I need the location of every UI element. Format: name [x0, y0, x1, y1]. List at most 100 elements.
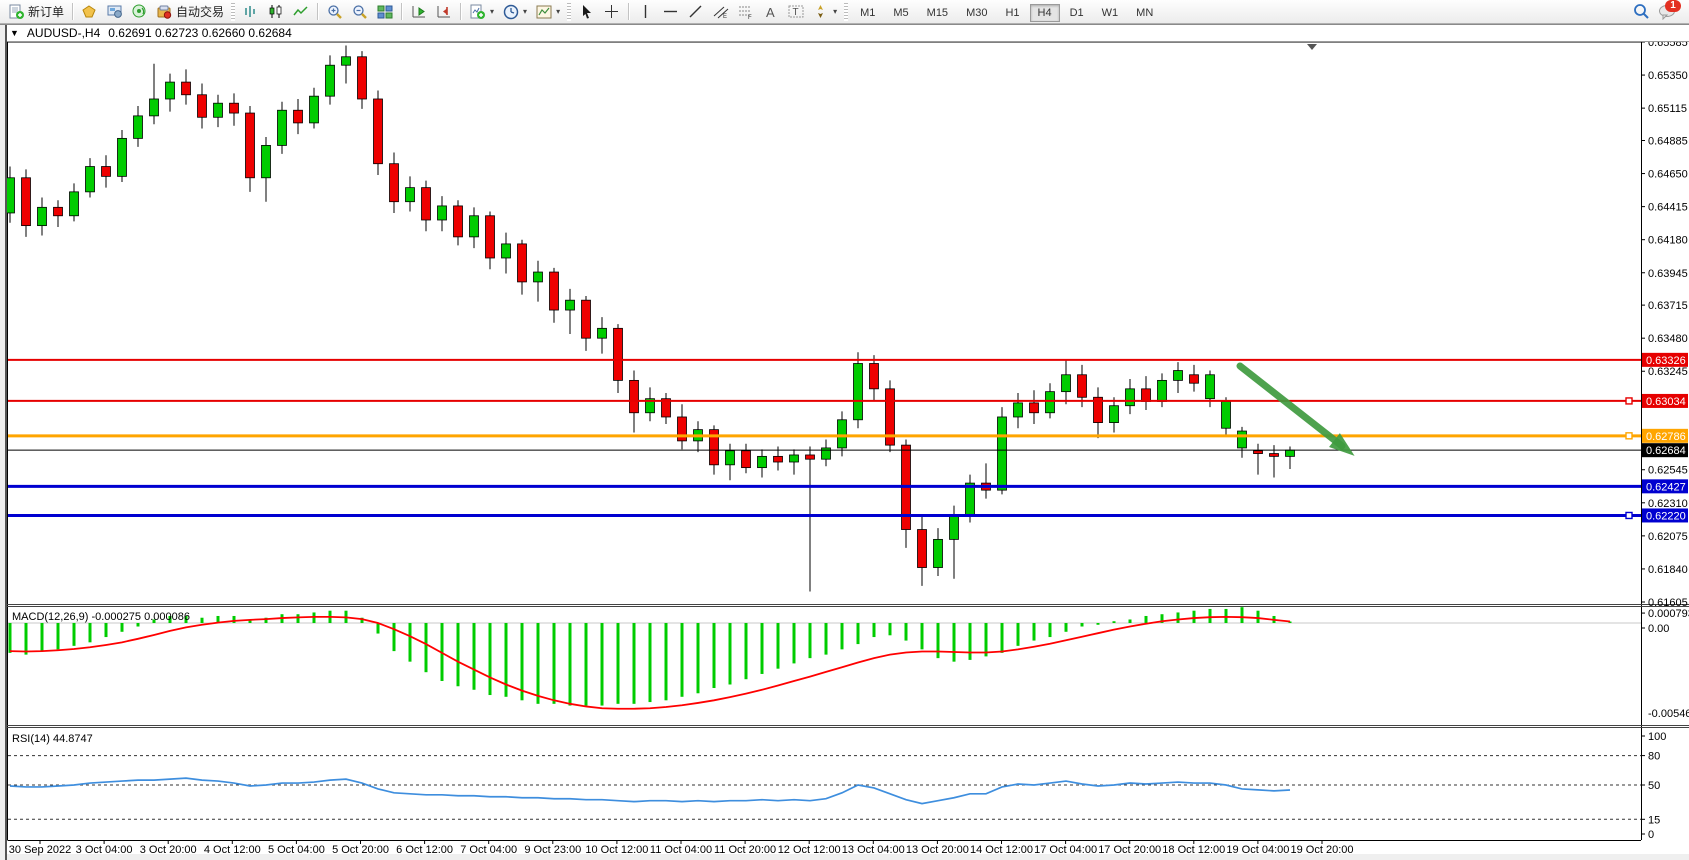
tab-timeframe-M5[interactable]: M5: [885, 4, 916, 22]
dropdown-caret: ▾: [556, 7, 560, 16]
bar-chart-button[interactable]: [238, 3, 263, 21]
svg-text:4 Oct 12:00: 4 Oct 12:00: [204, 844, 261, 856]
svg-text:0.65350: 0.65350: [1648, 70, 1688, 82]
terminal-button[interactable]: [102, 3, 127, 21]
svg-text:18 Oct 12:00: 18 Oct 12:00: [1162, 844, 1225, 856]
horizontal-line-button[interactable]: [658, 3, 683, 21]
navigator-button[interactable]: [77, 3, 102, 21]
chart-ohlc-readout: 0.62691 0.62723 0.62660 0.62684: [108, 26, 292, 40]
text-icon: A: [762, 4, 779, 20]
tile-windows-button[interactable]: [372, 3, 397, 21]
svg-text:0.64650: 0.64650: [1648, 169, 1688, 181]
svg-text:0.62786: 0.62786: [1646, 431, 1686, 443]
svg-text:0.62684: 0.62684: [1646, 445, 1686, 457]
rsi-label: RSI(14) 44.8747: [12, 733, 93, 745]
candlestick-icon: [267, 4, 284, 20]
fibonacci-button[interactable]: F: [733, 3, 758, 21]
tab-timeframe-H1[interactable]: H1: [997, 4, 1027, 22]
signals-button[interactable]: [127, 3, 152, 21]
toolbar-grip: [231, 3, 235, 21]
zoom-out-icon: [351, 4, 368, 20]
template-icon: [535, 4, 552, 20]
svg-text:0.000793: 0.000793: [1648, 608, 1689, 620]
new-order-button[interactable]: 新订单: [4, 2, 68, 21]
svg-text:0: 0: [1648, 829, 1654, 841]
svg-text:9 Oct 23:00: 9 Oct 23:00: [524, 844, 581, 856]
chart-menu-arrow[interactable]: ▼: [10, 28, 19, 38]
svg-text:11 Oct 04:00: 11 Oct 04:00: [650, 844, 712, 856]
equidistant-channel-icon: E: [712, 4, 729, 20]
zoom-in-button[interactable]: [322, 3, 347, 21]
tab-timeframe-M1[interactable]: M1: [852, 4, 883, 22]
terminal-icon: [106, 4, 123, 20]
svg-text:15: 15: [1648, 814, 1660, 826]
auto-trading-button[interactable]: 自动交易: [152, 2, 228, 21]
auto-trading-label: 自动交易: [176, 3, 224, 20]
macd-label: MACD(12,26,9) -0.000275 0.000086: [12, 611, 190, 623]
zoom-in-icon: [326, 4, 343, 20]
text-button[interactable]: A: [758, 3, 783, 21]
cursor-button[interactable]: [574, 3, 599, 21]
vertical-line-button[interactable]: [633, 3, 658, 21]
trendline-icon: [687, 4, 704, 20]
chart-shift-icon: [435, 4, 452, 20]
crosshair-button[interactable]: [599, 3, 624, 21]
tab-timeframe-H4[interactable]: H4: [1030, 4, 1060, 22]
chart-title-bar: ▼ AUDUSD-,H4 0.62691 0.62723 0.62660 0.6…: [0, 25, 1689, 42]
svg-text:0.63945: 0.63945: [1648, 268, 1688, 280]
svg-text:0.62310: 0.62310: [1648, 498, 1688, 510]
svg-text:13 Oct 04:00: 13 Oct 04:00: [842, 844, 905, 856]
svg-text:19 Oct 04:00: 19 Oct 04:00: [1226, 844, 1289, 856]
svg-text:0.61840: 0.61840: [1648, 564, 1688, 576]
cursor-icon: [578, 4, 595, 20]
svg-text:11 Oct 20:00: 11 Oct 20:00: [714, 844, 776, 856]
svg-text:5 Oct 04:00: 5 Oct 04:00: [268, 844, 325, 856]
new-chart-dropdown[interactable]: ▾: [465, 3, 498, 21]
new-chart-icon: [469, 4, 486, 20]
notifications-icon[interactable]: 1: [1658, 4, 1675, 20]
svg-text:10 Oct 12:00: 10 Oct 12:00: [585, 844, 648, 856]
chart-plot[interactable]: 0.65585 0.65350 0.65115 0.64885 0.64650 0.644…: [0, 42, 1689, 860]
notification-badge: 1: [1665, 0, 1681, 12]
svg-text:17 Oct 04:00: 17 Oct 04:00: [1034, 844, 1097, 856]
fibonacci-icon: F: [737, 4, 754, 20]
text-label-button[interactable]: T: [783, 3, 808, 21]
tab-timeframe-D1[interactable]: D1: [1062, 4, 1092, 22]
svg-text:0.64885: 0.64885: [1648, 135, 1688, 147]
svg-text:6 Oct 12:00: 6 Oct 12:00: [396, 844, 453, 856]
tab-timeframe-M30[interactable]: M30: [958, 4, 995, 22]
svg-text:0.64415: 0.64415: [1648, 202, 1688, 214]
zoom-out-button[interactable]: [347, 3, 372, 21]
template-dropdown[interactable]: ▾: [531, 3, 564, 21]
trendline-button[interactable]: [683, 3, 708, 21]
tab-timeframe-W1[interactable]: W1: [1094, 4, 1127, 22]
search-icon[interactable]: [1633, 4, 1650, 20]
tab-timeframe-MN[interactable]: MN: [1128, 4, 1161, 22]
svg-text:0.62427: 0.62427: [1646, 481, 1686, 493]
svg-text:100: 100: [1648, 731, 1666, 743]
svg-text:17 Oct 20:00: 17 Oct 20:00: [1098, 844, 1161, 856]
separator: [317, 3, 318, 20]
toolbar-grip: [567, 3, 571, 21]
svg-text:0.62075: 0.62075: [1648, 531, 1688, 543]
svg-text:0.65115: 0.65115: [1648, 103, 1687, 115]
svg-text:0.64180: 0.64180: [1648, 235, 1688, 247]
chart-shift-button[interactable]: [431, 3, 456, 21]
candlestick-button[interactable]: [263, 3, 288, 21]
svg-text:0.65585: 0.65585: [1648, 42, 1688, 49]
bar-chart-icon: [242, 4, 259, 20]
auto-trading-icon: [156, 4, 173, 20]
horizontal-line-icon: [662, 4, 679, 20]
auto-scroll-button[interactable]: [406, 3, 431, 21]
equidistant-channel-button[interactable]: E: [708, 3, 733, 21]
chart-symbol-title: AUDUSD-,H4: [27, 26, 100, 40]
tab-timeframe-M15[interactable]: M15: [919, 4, 956, 22]
new-order-icon: [8, 4, 25, 20]
svg-text:30 Sep 2022: 30 Sep 2022: [9, 844, 71, 856]
auto-scroll-icon: [410, 4, 427, 20]
line-chart-button[interactable]: [288, 3, 313, 21]
svg-text:19 Oct 20:00: 19 Oct 20:00: [1291, 844, 1354, 856]
navigator-icon: [81, 4, 98, 20]
arrows-dropdown[interactable]: ▾: [808, 3, 841, 21]
period-clock-dropdown[interactable]: ▾: [498, 3, 531, 21]
